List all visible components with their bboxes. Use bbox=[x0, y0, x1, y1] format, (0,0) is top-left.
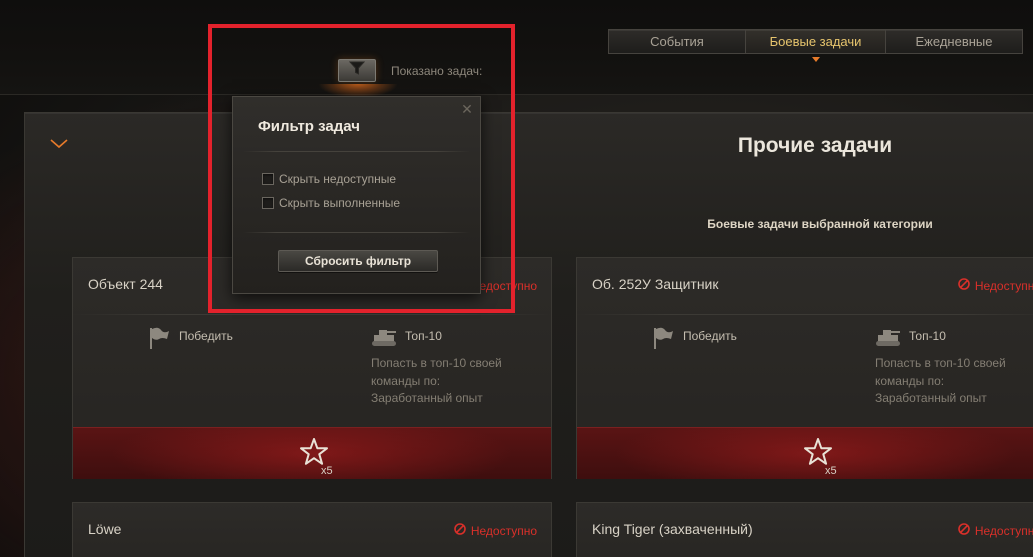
tab-daily[interactable]: Ежедневные bbox=[885, 29, 1023, 54]
condition-win: Победить bbox=[147, 326, 233, 353]
card-divider bbox=[73, 314, 551, 315]
card-title: Об. 252У Защитник bbox=[592, 276, 719, 292]
chevron-down-icon bbox=[50, 136, 68, 154]
status-unavailable: Недоступно bbox=[454, 523, 537, 538]
reward-count: x5 bbox=[825, 465, 837, 477]
card-divider bbox=[577, 314, 1033, 315]
condition-description: Попасть в топ-10 своей команды по: Зараб… bbox=[875, 356, 1006, 405]
card-title: Объект 244 bbox=[88, 276, 163, 292]
ban-icon bbox=[454, 523, 466, 538]
flag-icon bbox=[147, 326, 171, 353]
ban-icon bbox=[958, 523, 970, 538]
condition-description: Попасть в топ-10 своей команды по: Зараб… bbox=[371, 356, 502, 405]
status-text: Недоступно bbox=[974, 278, 1033, 293]
condition-label: Топ-10 bbox=[909, 329, 946, 343]
tab-bar: События Боевые задачи Ежедневные bbox=[608, 29, 1023, 62]
flag-icon bbox=[651, 326, 675, 353]
status-unavailable: Недоступно bbox=[958, 523, 1033, 538]
reward-bar: x5 bbox=[73, 427, 551, 479]
reward-bar: x5 bbox=[577, 427, 1033, 479]
reward-count: x5 bbox=[321, 465, 333, 477]
tank-icon bbox=[371, 326, 397, 351]
condition-top10: Топ-10 bbox=[875, 326, 946, 351]
highlight-box bbox=[208, 24, 515, 313]
task-card[interactable]: Löwe Недоступно bbox=[72, 502, 552, 557]
status-text: Недоступно bbox=[974, 523, 1033, 538]
section-title: Прочие задачи bbox=[737, 134, 893, 157]
status-unavailable: Недоступно bbox=[958, 278, 1033, 293]
task-card[interactable]: Об. 252У Защитник Недоступно Победить То… bbox=[576, 257, 1033, 479]
condition-top10: Топ-10 bbox=[371, 326, 442, 351]
tank-icon bbox=[875, 326, 901, 351]
category-caption: Боевые задачи выбранной категории bbox=[707, 217, 933, 231]
condition-win: Победить bbox=[651, 326, 737, 353]
card-title: King Tiger (захваченный) bbox=[592, 521, 753, 537]
tab-battle-missions[interactable]: Боевые задачи bbox=[745, 29, 886, 62]
condition-label: Победить bbox=[179, 329, 233, 343]
card-title: Löwe bbox=[88, 521, 122, 537]
condition-label: Победить bbox=[683, 329, 737, 343]
collapse-button[interactable] bbox=[48, 136, 70, 154]
condition-label: Топ-10 bbox=[405, 329, 442, 343]
status-text: Недоступно bbox=[470, 523, 537, 538]
task-card[interactable]: King Tiger (захваченный) Недоступно bbox=[576, 502, 1033, 557]
ban-icon bbox=[958, 278, 970, 293]
tab-events[interactable]: События bbox=[608, 29, 746, 54]
